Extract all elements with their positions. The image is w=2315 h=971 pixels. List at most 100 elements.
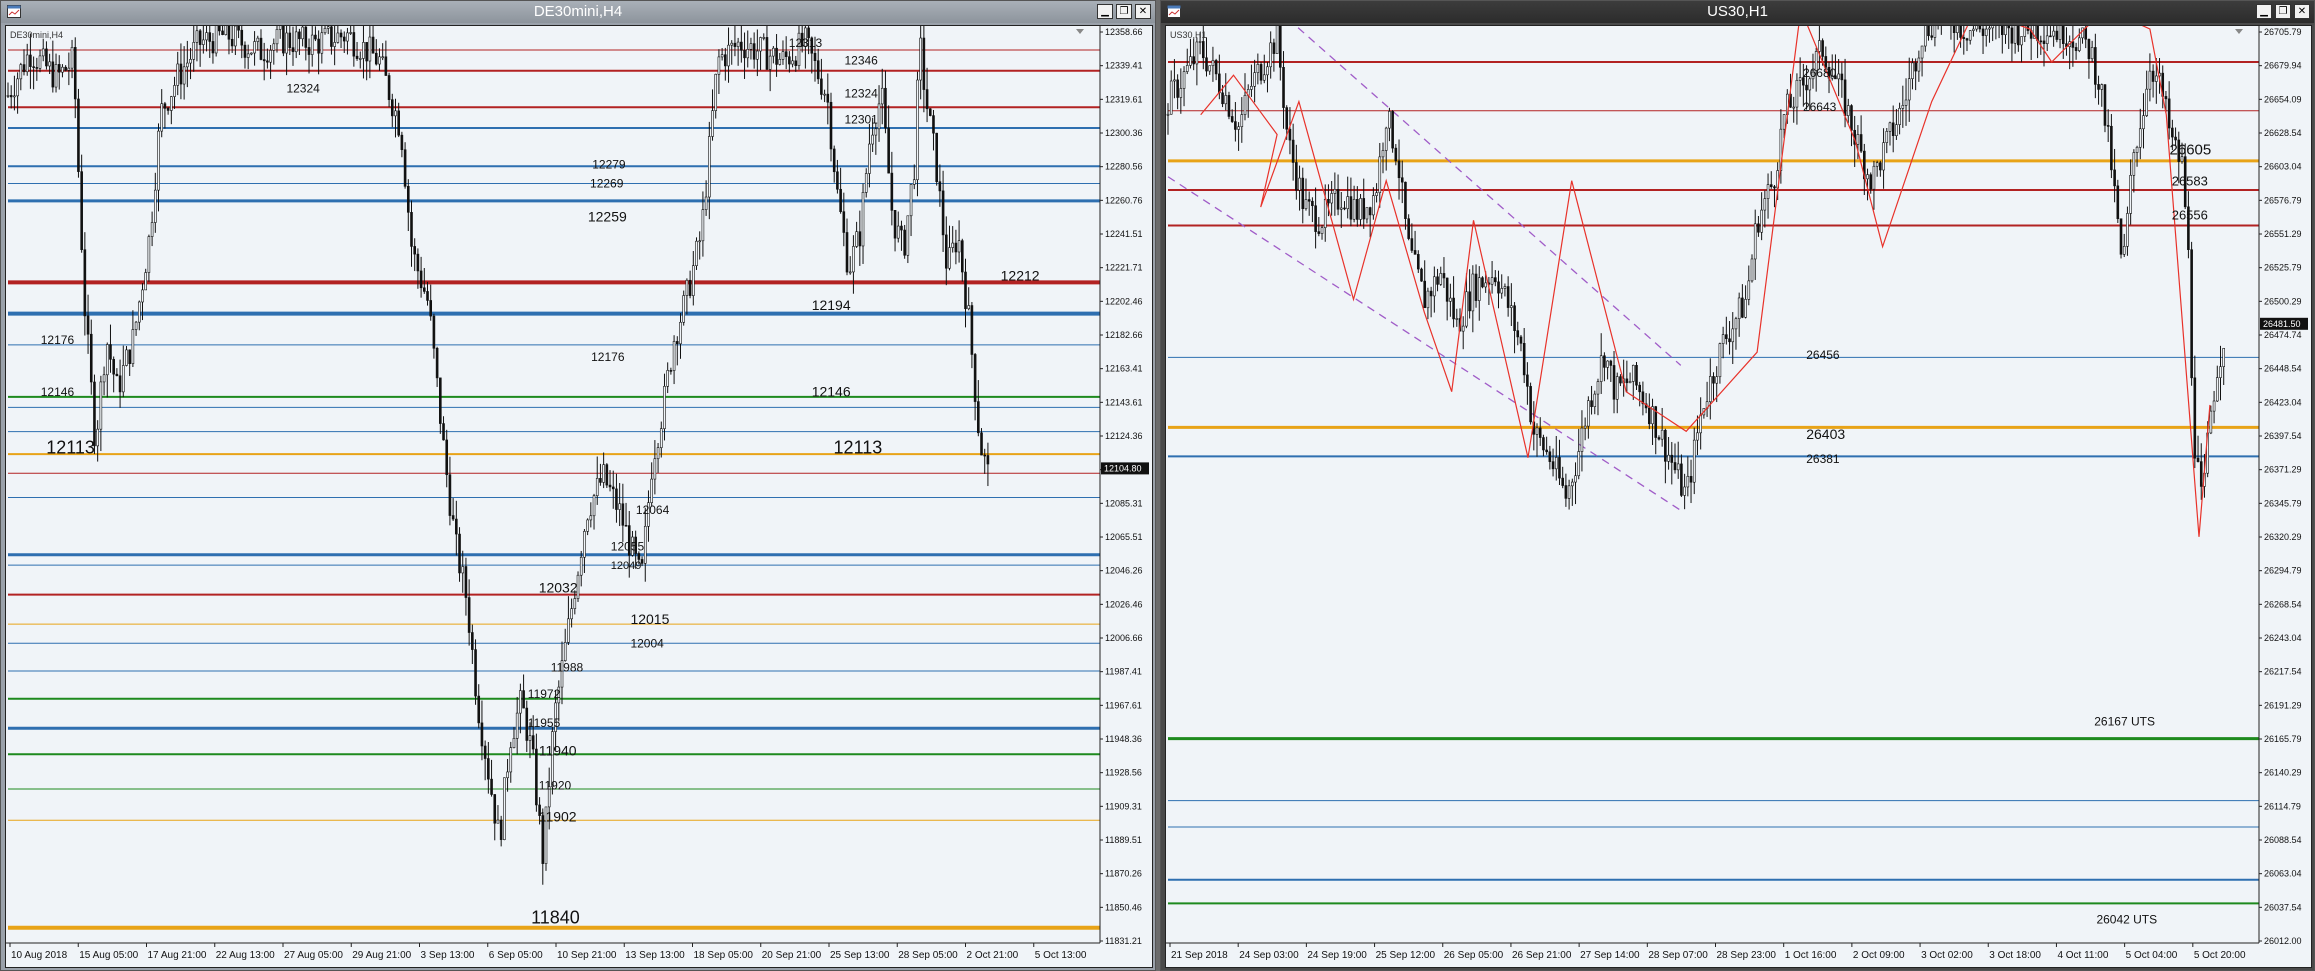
candle-body	[1449, 297, 1452, 302]
close-button[interactable]: ✕	[2294, 4, 2310, 19]
candle-body	[294, 31, 298, 53]
y-tick-label: 12085.31	[1105, 498, 1143, 508]
x-tick-label: 28 Sep 07:00	[1648, 950, 1708, 961]
x-tick-label: 10 Sep 21:00	[557, 950, 617, 961]
candle-body	[1923, 26, 1927, 47]
candle-body	[688, 279, 692, 296]
candle-body	[1323, 198, 1327, 228]
candle-body	[1365, 207, 1369, 220]
level-label: 11840	[531, 908, 580, 928]
candle-body	[868, 143, 871, 174]
chart-window-us30[interactable]: US30,H1 ▁ ❐ ✕ 26680 26643 26605 26583 26556 2…	[1160, 0, 2315, 971]
candle-body	[1535, 427, 1539, 435]
x-tick-label: 3 Sep 13:00	[421, 950, 475, 961]
candle-body	[829, 101, 833, 150]
minimize-button[interactable]: ▁	[2256, 4, 2272, 19]
candle-body	[2004, 26, 2007, 36]
x-tick-label: 3 Oct 18:00	[1989, 950, 2041, 961]
candle-body	[2055, 30, 2059, 40]
chart-window-de30[interactable]: DE30mini,H4 ▁ ❐ ✕ 12324 12313 12346 12324 12…	[0, 0, 1156, 971]
candle-body	[1965, 38, 1969, 41]
candle-body	[1920, 45, 1924, 59]
candle-body	[788, 56, 791, 65]
restore-button[interactable]: ❐	[1116, 4, 1132, 19]
candle-body	[832, 148, 836, 173]
candle-body	[509, 747, 513, 773]
candle-body	[1272, 42, 1276, 54]
candle-body	[1731, 328, 1735, 343]
close-button[interactable]: ✕	[1135, 4, 1151, 19]
candle-body	[1506, 286, 1510, 308]
y-tick-label: 11987.41	[1105, 667, 1142, 677]
x-tick-label: 25 Sep 13:00	[830, 950, 890, 961]
candle-body	[1676, 463, 1680, 471]
candle-body	[410, 212, 413, 247]
candle-body	[1606, 360, 1609, 368]
x-tick-label: 26 Sep 05:00	[1444, 950, 1504, 961]
candle-body	[1516, 330, 1520, 338]
candle-body	[1205, 57, 1208, 72]
y-tick-label: 11889.51	[1105, 835, 1142, 845]
x-tick-label: 25 Sep 12:00	[1376, 950, 1436, 961]
window-titlebar[interactable]: DE30mini,H4 ▁ ❐ ✕	[1, 1, 1155, 23]
candle-body	[1972, 28, 1975, 31]
candle-body	[1625, 378, 1629, 384]
y-tick-label: 26525.79	[2264, 263, 2302, 273]
level-label: 26643	[1803, 100, 1837, 114]
candle-body	[941, 190, 945, 236]
candle-body	[336, 32, 340, 43]
candle-body	[1211, 60, 1215, 66]
x-tick-label: 27 Sep 14:00	[1580, 950, 1640, 961]
candle-body	[202, 39, 205, 45]
level-label: 12324	[286, 81, 320, 95]
candle-body	[1413, 250, 1417, 255]
window-titlebar[interactable]: US30,H1 ▁ ❐ ✕	[1161, 1, 2314, 23]
x-tick-label: 5 Oct 04:00	[2126, 950, 2178, 961]
candle-body	[2145, 88, 2148, 116]
candle-body	[1879, 162, 1882, 171]
price-chart-de30[interactable]: 12324 12313 12346 12324 12301 12279 12269 12259…	[6, 26, 1152, 967]
minimize-button[interactable]: ▁	[1097, 4, 1113, 19]
price-chart-us30[interactable]: 26680 26643 26605 26583 26556 26456 26403 26381…	[1166, 26, 2311, 967]
candle-body	[288, 32, 292, 48]
candle-body	[2000, 26, 2004, 36]
chart-canvas[interactable]: 26680 26643 26605 26583 26556 26456 26403 26381…	[1165, 25, 2312, 968]
candle-body	[189, 59, 192, 64]
level-label: 11920	[539, 779, 572, 793]
candle-body	[573, 598, 577, 609]
y-tick-label: 26500.29	[2264, 296, 2302, 306]
candle-body	[567, 618, 570, 643]
candle-body	[1243, 95, 1247, 115]
candle-body	[592, 495, 596, 517]
candle-body	[1699, 414, 1702, 434]
level-label: 12313	[789, 36, 823, 50]
candle-body	[791, 60, 794, 65]
candle-body	[211, 41, 215, 54]
candle-body	[1513, 305, 1516, 331]
y-tick-label: 11967.61	[1105, 700, 1142, 710]
chart-canvas[interactable]: 12324 12313 12346 12324 12301 12279 12269 12259…	[5, 25, 1153, 968]
candle-body	[1465, 291, 1468, 327]
candle-body	[1872, 165, 1876, 190]
candle-body	[182, 66, 186, 85]
x-tick-label: 5 Oct 20:00	[2194, 950, 2246, 961]
x-tick-label: 2 Oct 09:00	[1853, 950, 1905, 961]
level-label: 12055	[611, 539, 645, 553]
candle-body	[362, 42, 365, 59]
candle-body	[1859, 134, 1863, 152]
level-label: 26605	[2170, 141, 2212, 158]
candle-body	[1631, 364, 1635, 382]
candle-body	[144, 272, 148, 291]
restore-button[interactable]: ❐	[2275, 4, 2291, 19]
candle-body	[977, 401, 980, 434]
candle-body	[602, 464, 605, 483]
candle-body	[1461, 325, 1465, 332]
candle-body	[919, 37, 922, 81]
candle-body	[128, 349, 131, 364]
level-label: 12279	[592, 158, 626, 172]
candle-body	[2209, 410, 2213, 434]
candle-body	[1500, 288, 1504, 294]
candle-body	[2122, 246, 2126, 255]
candle-body	[986, 455, 990, 465]
candle-body	[900, 225, 903, 231]
